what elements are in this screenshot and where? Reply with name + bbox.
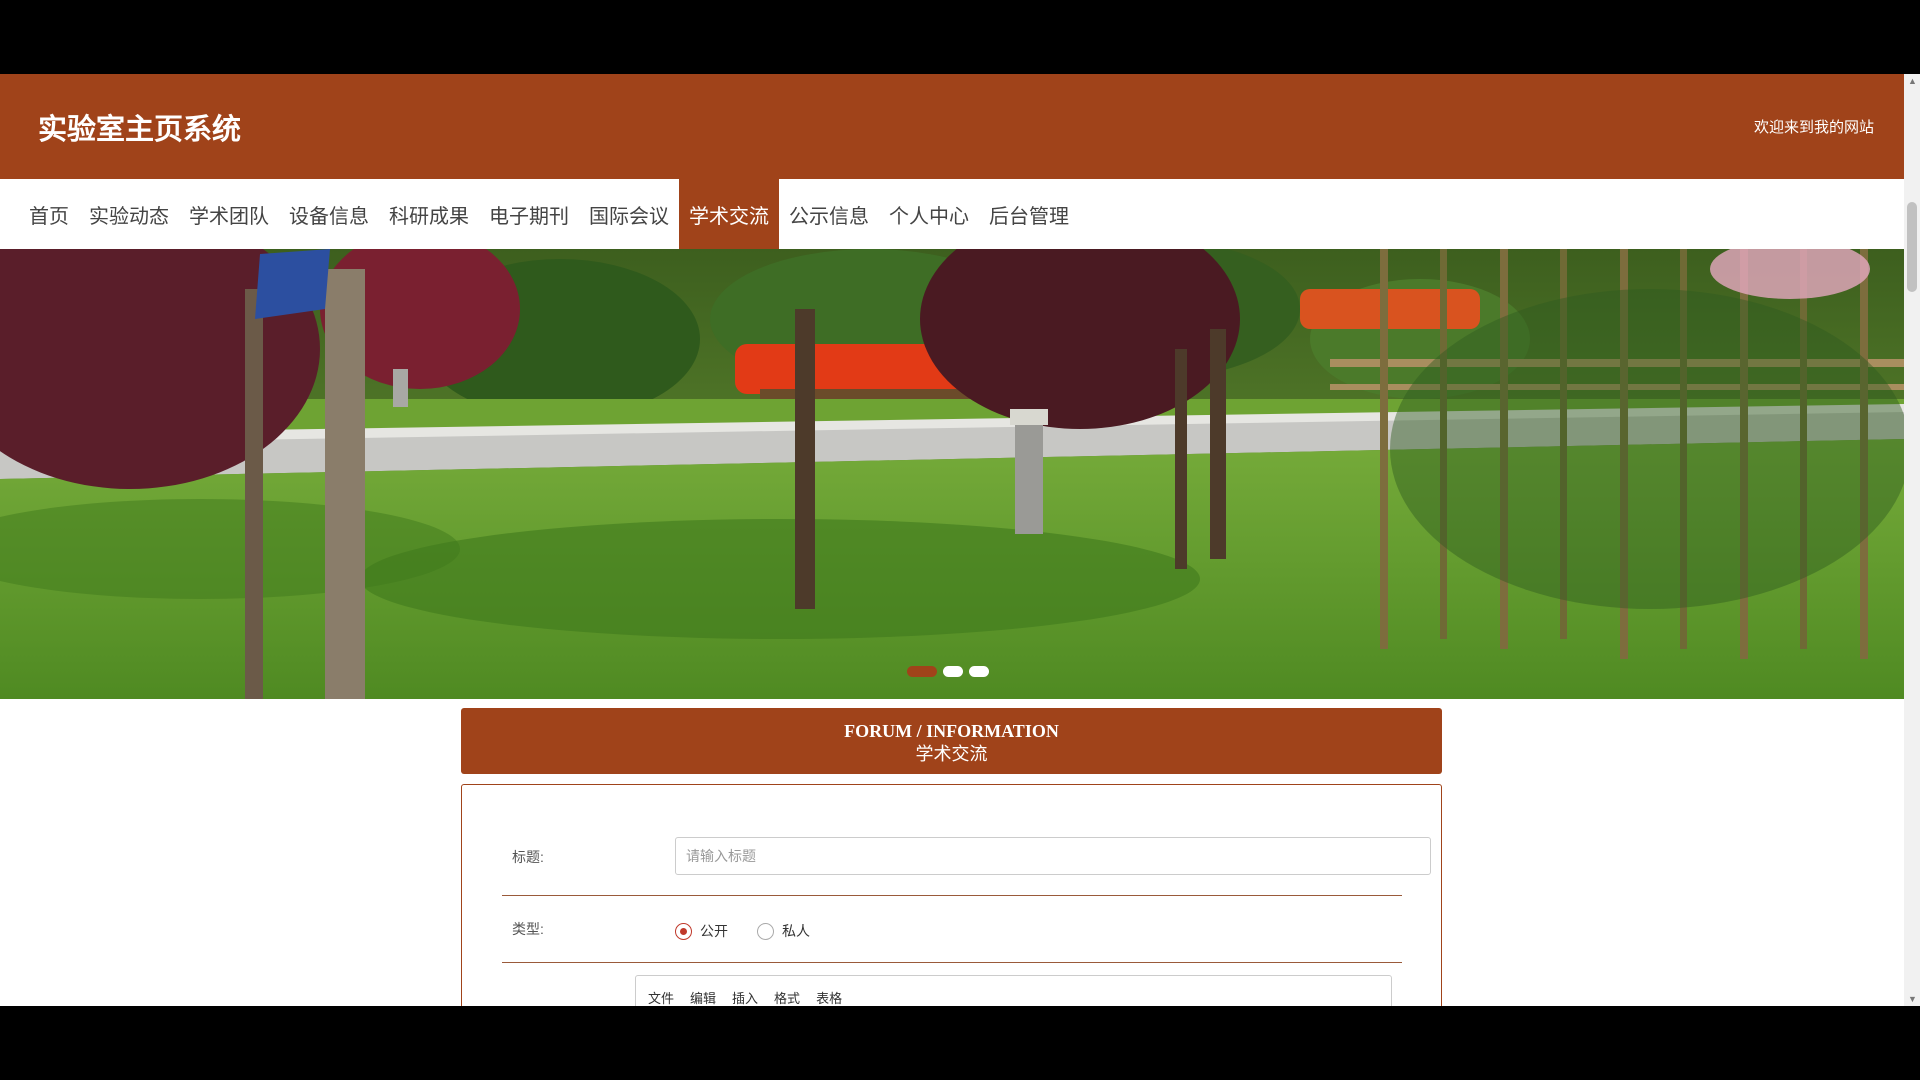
browser-viewport: 实验室主页系统 欢迎来到我的网站 首页 实验动态 学术团队 设备信息 科研成果 …	[0, 74, 1920, 1006]
main-nav: 首页 实验动态 学术团队 设备信息 科研成果 电子期刊 国际会议 学术交流 公示…	[0, 179, 1904, 249]
type-option-public[interactable]: 公开	[675, 921, 728, 941]
type-label: 类型:	[512, 921, 544, 937]
section-title-cn: 学术交流	[915, 744, 988, 764]
type-row: 类型: 公开 私人	[502, 895, 1402, 963]
editor-menu-table[interactable]: 表格	[816, 988, 842, 1006]
welcome-text: 欢迎来到我的网站	[1753, 119, 1874, 136]
editor-menu-file[interactable]: 文件	[648, 988, 674, 1006]
type-option-private-label: 私人	[782, 923, 810, 939]
type-option-private[interactable]: 私人	[757, 921, 810, 941]
scroll-thumb[interactable]	[1907, 202, 1917, 292]
scroll-up-icon[interactable]: ▲	[1908, 76, 1917, 86]
site-title: 实验室主页系统	[38, 113, 242, 146]
forum-post-form: 标题: 请输入标题 类型: 公开 私人 文件 编辑 插入 格式 表格	[461, 784, 1442, 1006]
carousel-indicators	[907, 666, 989, 677]
radio-checked-icon[interactable]	[675, 922, 692, 940]
nav-item-research-results[interactable]: 科研成果	[379, 179, 479, 249]
editor-menu-insert[interactable]: 插入	[732, 988, 758, 1006]
nav-item-home[interactable]: 首页	[19, 179, 79, 249]
nav-item-e-journals[interactable]: 电子期刊	[479, 179, 579, 249]
section-title: FORUM / INFORMATION 学术交流	[461, 708, 1442, 774]
nav-item-academic-team[interactable]: 学术团队	[179, 179, 279, 249]
page: 实验室主页系统 欢迎来到我的网站 首页 实验动态 学术团队 设备信息 科研成果 …	[0, 74, 1904, 1006]
nav-item-admin[interactable]: 后台管理	[979, 179, 1079, 249]
rich-text-editor[interactable]: 文件 编辑 插入 格式 表格	[635, 975, 1392, 1006]
type-option-public-label: 公开	[700, 923, 728, 939]
title-input[interactable]: 请输入标题	[675, 837, 1431, 875]
nav-item-conferences[interactable]: 国际会议	[579, 179, 679, 249]
editor-menu-format[interactable]: 格式	[774, 988, 800, 1006]
nav-item-announcements[interactable]: 公示信息	[779, 179, 879, 249]
radio-unchecked-icon[interactable]	[757, 922, 774, 940]
banner-image	[0, 249, 1904, 699]
section-title-en: FORUM / INFORMATION	[844, 721, 1059, 741]
editor-menu-bar: 文件 编辑 插入 格式 表格	[648, 988, 842, 1006]
carousel-dot-3[interactable]	[969, 666, 989, 677]
page-scrollbar[interactable]: ▲ ▼	[1904, 74, 1920, 1006]
scroll-down-icon[interactable]: ▼	[1908, 994, 1917, 1004]
nav-item-equipment[interactable]: 设备信息	[279, 179, 379, 249]
title-row: 标题: 请输入标题	[502, 837, 1431, 896]
banner-carousel[interactable]	[0, 249, 1904, 699]
title-label: 标题:	[512, 849, 544, 865]
nav-item-academic-exchange[interactable]: 学术交流	[679, 179, 779, 249]
header: 实验室主页系统 欢迎来到我的网站	[0, 74, 1904, 179]
nav-item-personal-center[interactable]: 个人中心	[879, 179, 979, 249]
carousel-dot-1[interactable]	[907, 666, 937, 677]
editor-menu-edit[interactable]: 编辑	[690, 988, 716, 1006]
carousel-dot-2[interactable]	[943, 666, 963, 677]
nav-item-lab-news[interactable]: 实验动态	[79, 179, 179, 249]
